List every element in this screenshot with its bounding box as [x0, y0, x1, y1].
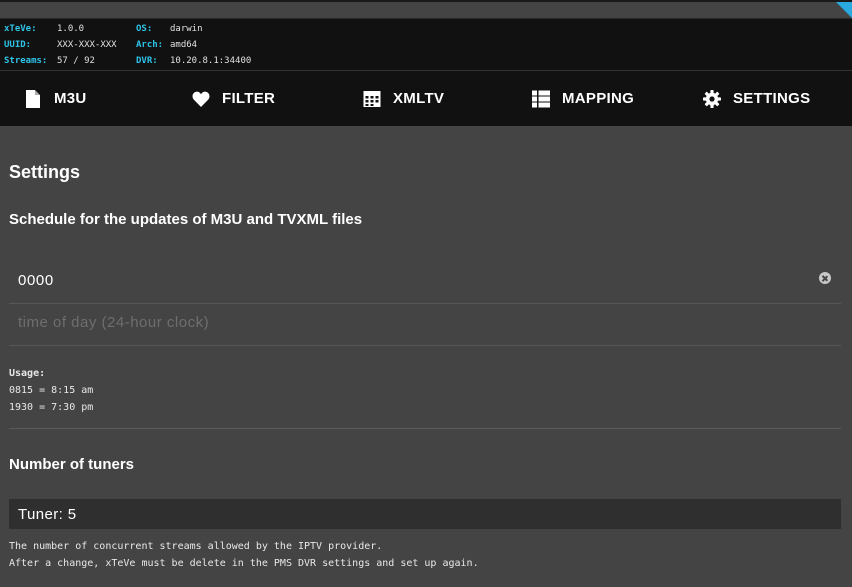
- nav-mapping[interactable]: MAPPING: [532, 71, 634, 126]
- nav-label: M3U: [54, 90, 87, 107]
- gear-icon: [703, 89, 721, 108]
- info-key: OS:: [136, 24, 153, 34]
- file-icon: [26, 89, 40, 108]
- info-row-streams: Streams: 57 / 92: [4, 55, 134, 67]
- info-key: UUID:: [4, 40, 32, 50]
- schedule-new-row: [9, 296, 841, 346]
- tuner-select-value: Tuner: 5: [18, 505, 77, 523]
- nav-settings[interactable]: SETTINGS: [703, 71, 810, 126]
- info-key: Streams:: [4, 56, 48, 66]
- info-value: amd64: [170, 40, 198, 50]
- info-row-arch: Arch: amd64: [136, 39, 296, 51]
- info-key: xTeVe:: [4, 24, 37, 34]
- info-row-version: xTeVe: 1.0.0: [4, 23, 134, 35]
- corner-indicator: [836, 2, 852, 18]
- usage-line: 0815 = 8:15 am: [9, 385, 94, 396]
- info-row-dvr: DVR: 10.20.8.1:34400: [136, 55, 296, 67]
- status-info-panel: xTeVe: 1.0.0 UUID: XXX-XXX-XXX Streams: …: [0, 18, 852, 70]
- section-divider: [9, 428, 841, 429]
- schedule-heading: Schedule for the updates of M3U and TVXM…: [9, 211, 363, 228]
- top-border: [0, 0, 852, 2]
- nav-label: XMLTV: [393, 90, 445, 107]
- list-icon: [532, 90, 550, 107]
- info-key: Arch:: [136, 40, 164, 50]
- info-value: XXX-XXX-XXX: [57, 40, 117, 50]
- nav-label: MAPPING: [562, 90, 635, 107]
- schedule-input[interactable]: [18, 270, 798, 290]
- info-key: DVR:: [136, 56, 158, 66]
- tuner-select[interactable]: Tuner: 5: [9, 499, 841, 529]
- usage-title: Usage:: [9, 368, 46, 379]
- info-value: darwin: [170, 24, 203, 34]
- tuners-heading: Number of tuners: [9, 456, 135, 473]
- info-value: 10.20.8.1:34400: [170, 56, 252, 66]
- schedule-new-input[interactable]: [18, 312, 798, 332]
- heart-icon: [192, 91, 210, 107]
- page-title: Settings: [9, 162, 81, 182]
- info-value: 1.0.0: [57, 24, 85, 34]
- main-nav: M3U FILTER XMLTV MAPPING SETTINGS: [0, 70, 852, 126]
- info-row-os: OS: darwin: [136, 23, 296, 35]
- tuner-description: The number of concurrent streams allowed…: [9, 541, 383, 552]
- info-row-uuid: UUID: XXX-XXX-XXX: [4, 39, 134, 51]
- info-value: 57 / 92: [57, 56, 95, 66]
- nav-filter[interactable]: FILTER: [192, 71, 275, 126]
- tuner-description: After a change, xTeVe must be delete in …: [9, 558, 479, 569]
- calendar-icon: [363, 90, 381, 107]
- nav-xmltv[interactable]: XMLTV: [363, 71, 444, 126]
- clear-icon[interactable]: [819, 272, 831, 284]
- nav-label: FILTER: [222, 90, 276, 107]
- nav-label: SETTINGS: [733, 90, 811, 107]
- usage-line: 1930 = 7:30 pm: [9, 402, 94, 413]
- nav-m3u[interactable]: M3U: [24, 71, 87, 126]
